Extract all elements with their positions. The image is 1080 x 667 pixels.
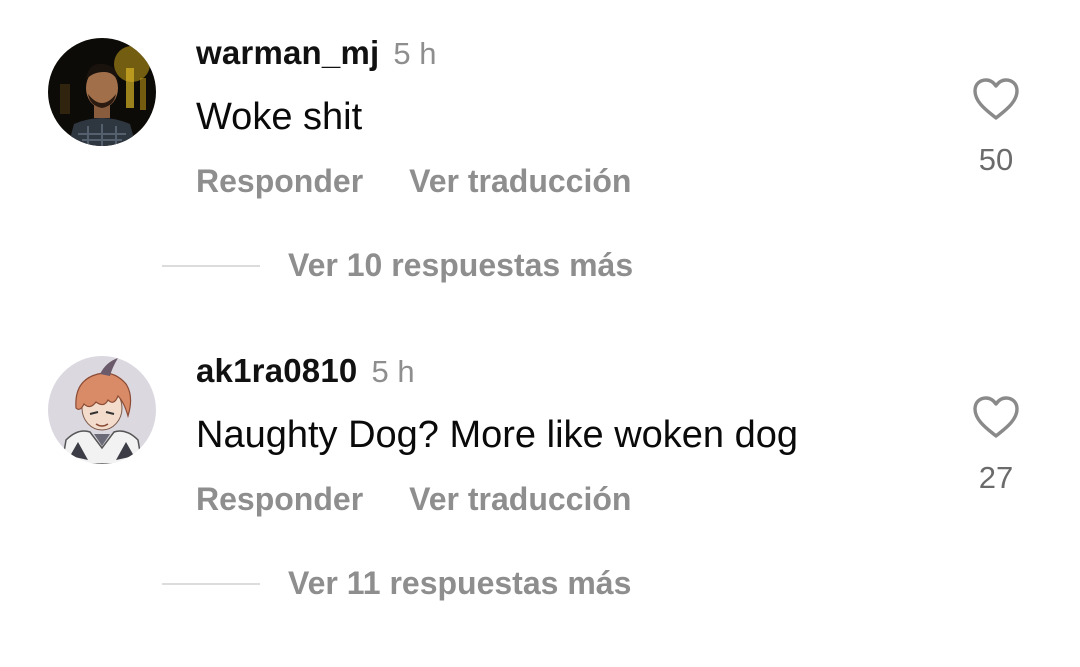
heart-outline-icon[interactable]	[971, 394, 1021, 440]
avatar[interactable]	[48, 38, 156, 146]
comment-time: 5 h	[371, 354, 415, 389]
comment-text: Naughty Dog? More like woken dog	[196, 414, 799, 456]
avatar-photo	[48, 38, 156, 146]
username[interactable]: ak1ra0810	[196, 352, 357, 389]
avatar[interactable]	[48, 356, 156, 464]
replies-divider-line	[162, 582, 260, 585]
replies-divider-line	[162, 264, 260, 267]
comment-text: Woke shit	[196, 96, 363, 138]
see-translation-button[interactable]: Ver traducción	[409, 163, 631, 199]
reply-button[interactable]: Responder	[196, 481, 363, 517]
view-more-replies-label[interactable]: Ver 10 respuestas más	[288, 247, 633, 283]
comment-actions: Responder Ver traducción	[196, 481, 631, 518]
heart-outline-icon[interactable]	[971, 76, 1021, 122]
like-control: 27	[970, 394, 1022, 496]
see-translation-button[interactable]: Ver traducción	[409, 481, 631, 517]
comment-actions: Responder Ver traducción	[196, 163, 631, 200]
like-control: 50	[970, 76, 1022, 178]
avatar-drawing	[48, 356, 156, 464]
username[interactable]: warman_mj	[196, 34, 379, 71]
view-more-replies-label[interactable]: Ver 11 respuestas más	[288, 565, 631, 601]
view-more-replies[interactable]: Ver 10 respuestas más	[162, 247, 633, 284]
reply-button[interactable]: Responder	[196, 163, 363, 199]
comment-header: ak1ra0810 5 h	[196, 352, 415, 390]
like-count: 50	[978, 142, 1014, 177]
comment-time: 5 h	[393, 36, 437, 71]
like-count: 27	[978, 460, 1014, 495]
comment-header: warman_mj 5 h	[196, 34, 437, 72]
view-more-replies[interactable]: Ver 11 respuestas más	[162, 565, 631, 602]
